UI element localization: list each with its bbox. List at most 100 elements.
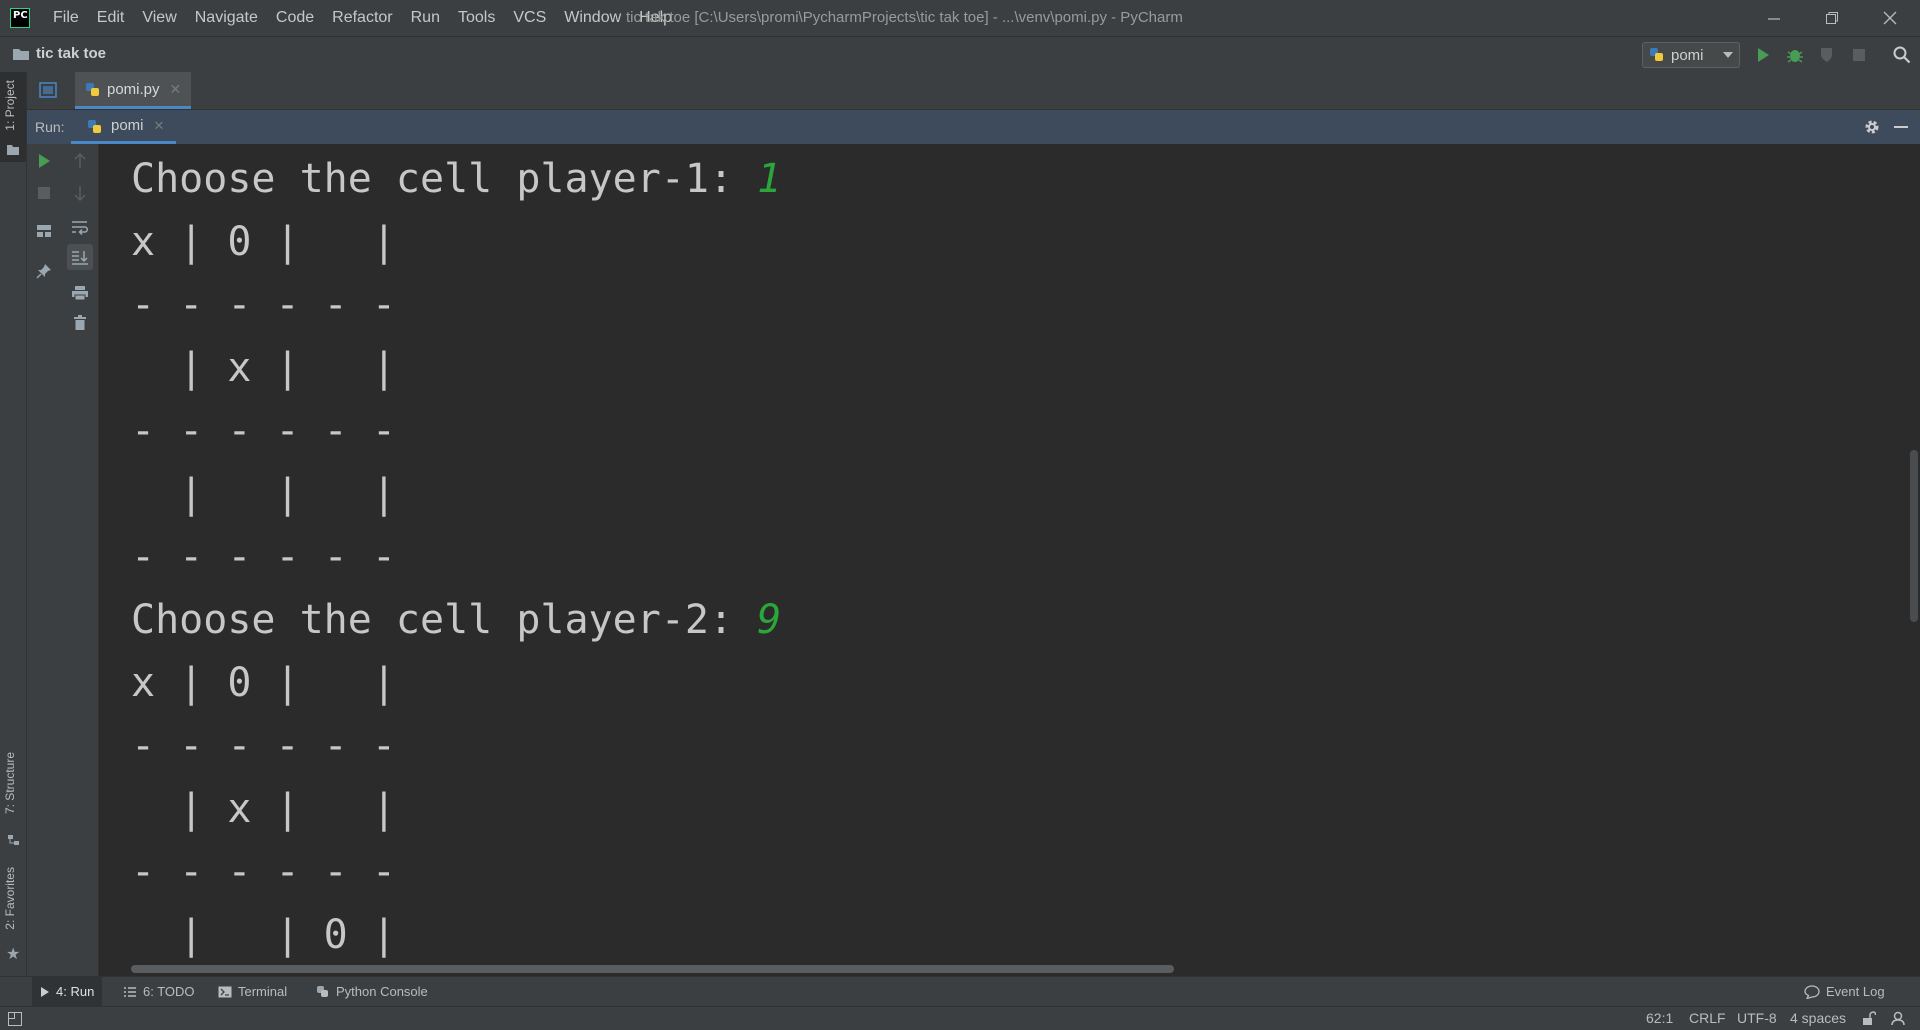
board-row: | x | |: [131, 345, 396, 391]
run-tab-label: pomi: [111, 117, 144, 134]
menu-file[interactable]: File: [44, 0, 88, 36]
terminal-icon: [218, 986, 232, 997]
read-only-toggle[interactable]: [1862, 1011, 1877, 1030]
toggle-tool-windows-button[interactable]: [8, 1012, 22, 1030]
clear-all-button[interactable]: [69, 312, 91, 334]
menu-refactor[interactable]: Refactor: [323, 0, 401, 36]
debug-button[interactable]: [1785, 45, 1805, 65]
menu-tools[interactable]: Tools: [449, 0, 504, 36]
close-tab-icon[interactable]: ✕: [170, 81, 182, 98]
print-button[interactable]: [69, 282, 91, 304]
trash-icon: [74, 315, 86, 330]
close-icon: [1883, 11, 1897, 25]
navigation-bar: tic tak toe pomi: [0, 36, 1920, 72]
horizontal-scrollbar[interactable]: [131, 965, 1174, 973]
project-tool-tab[interactable]: 1: Project: [0, 72, 26, 162]
board-divider: - - - - - -: [131, 534, 396, 580]
menu-vcs[interactable]: VCS: [504, 0, 555, 36]
console-user-input: 9: [757, 597, 782, 643]
board-row: x | 0 | |: [131, 219, 396, 265]
print-icon: [72, 286, 88, 301]
breadcrumb[interactable]: tic tak toe: [12, 45, 106, 62]
left-tool-stripe: 1: Project 7: Structure 2: Favorites ★: [0, 72, 27, 976]
restore-button[interactable]: [1804, 0, 1860, 36]
pin-tab-button[interactable]: [33, 260, 55, 282]
search-everywhere-button[interactable]: [1892, 45, 1912, 65]
editor-tab-bar: pomi.py ✕: [27, 72, 1920, 110]
gear-icon: [1865, 120, 1879, 134]
board-row: | | 0 |: [131, 912, 396, 958]
caret-position[interactable]: 62:1: [1646, 1007, 1673, 1030]
python-file-icon: [86, 83, 99, 96]
board-divider: - - - - - -: [131, 723, 396, 769]
editor-tab-pomi-py[interactable]: pomi.py ✕: [75, 72, 192, 109]
folder-icon: [7, 145, 19, 155]
run-config-selector[interactable]: pomi: [1642, 42, 1740, 68]
favorites-tab-label: 2: Favorites: [3, 867, 17, 930]
run-console[interactable]: Choose the cell player-1: 1 x | 0 | | - …: [99, 144, 1920, 976]
structure-icon: [8, 835, 19, 845]
menu-view[interactable]: View: [133, 0, 185, 36]
run-toolbar: [27, 144, 99, 976]
minimize-icon: [1894, 126, 1908, 128]
console-line: Choose the cell player-2:: [131, 597, 758, 643]
structure-tool-tab[interactable]: 7: Structure: [0, 752, 26, 852]
board-row: x | 0 | |: [131, 660, 396, 706]
restore-layout-button[interactable]: [33, 220, 55, 242]
run-config-name: pomi: [1671, 46, 1704, 64]
close-tab-icon[interactable]: ✕: [154, 118, 165, 134]
project-tab-label: 1: Project: [3, 80, 17, 131]
run-settings-button[interactable]: [1863, 118, 1881, 140]
minimize-button[interactable]: [1746, 0, 1802, 36]
run-tab-pomi[interactable]: pomi ✕: [71, 110, 177, 144]
menu-edit[interactable]: Edit: [88, 0, 134, 36]
inspector-button[interactable]: [1890, 1010, 1906, 1030]
close-window-button[interactable]: [1862, 0, 1918, 36]
soft-wrap-button[interactable]: [69, 216, 91, 238]
hide-sidebar-button[interactable]: [39, 82, 57, 102]
minimize-icon: [1768, 18, 1780, 20]
tool-tab-todo[interactable]: 6: TODO: [115, 977, 203, 1006]
rerun-button[interactable]: [33, 150, 55, 172]
menu-code[interactable]: Code: [267, 0, 323, 36]
tool-tab-event-log[interactable]: Event Log: [1796, 977, 1893, 1006]
file-encoding[interactable]: UTF-8: [1737, 1007, 1777, 1030]
event-log-icon: [1804, 984, 1820, 999]
run-button[interactable]: [1753, 45, 1773, 65]
favorites-tool-tab[interactable]: 2: Favorites ★: [0, 867, 26, 967]
scroll-to-end-icon: [72, 251, 88, 265]
menu-run[interactable]: Run: [402, 0, 449, 36]
stop-button[interactable]: [1849, 45, 1869, 65]
scroll-to-end-button[interactable]: [67, 244, 93, 270]
panel-icon: [39, 82, 57, 98]
scroll-down-button[interactable]: [69, 182, 91, 204]
tool-tab-run[interactable]: 4: Run: [32, 977, 103, 1006]
console-user-input: 1: [757, 156, 782, 202]
restore-icon: [1826, 12, 1838, 24]
menu-navigate[interactable]: Navigate: [186, 0, 267, 36]
run-icon: [1758, 48, 1769, 62]
coverage-button[interactable]: [1817, 45, 1837, 65]
bug-icon: [1787, 50, 1803, 63]
hide-panel-button[interactable]: [1893, 118, 1909, 140]
vertical-scrollbar[interactable]: [1910, 450, 1918, 622]
chevron-down-icon: [1723, 52, 1733, 58]
menu-bar: File Edit View Navigate Code Refactor Ru…: [44, 0, 681, 36]
stop-run-button[interactable]: [33, 182, 55, 204]
menu-window[interactable]: Window: [555, 0, 630, 36]
pycharm-logo-icon: PC: [10, 8, 30, 28]
folder-icon: [13, 48, 29, 60]
tool-tab-terminal[interactable]: Terminal: [210, 977, 295, 1006]
search-icon: [1893, 46, 1911, 64]
tool-tab-python-console[interactable]: Python Console: [308, 977, 436, 1006]
board-divider: - - - - - -: [131, 408, 396, 454]
run-panel-header: Run: pomi ✕: [27, 110, 1920, 144]
pin-icon: [36, 264, 51, 279]
indent-setting[interactable]: 4 spaces: [1790, 1007, 1846, 1030]
tool-windows-icon: [8, 1012, 22, 1026]
scroll-up-button[interactable]: [69, 150, 91, 172]
line-separator[interactable]: CRLF: [1689, 1007, 1726, 1030]
status-bar: 62:1 CRLF UTF-8 4 spaces: [0, 1006, 1920, 1030]
layout-icon: [37, 225, 51, 237]
console-line: Choose the cell player-1:: [131, 156, 758, 202]
